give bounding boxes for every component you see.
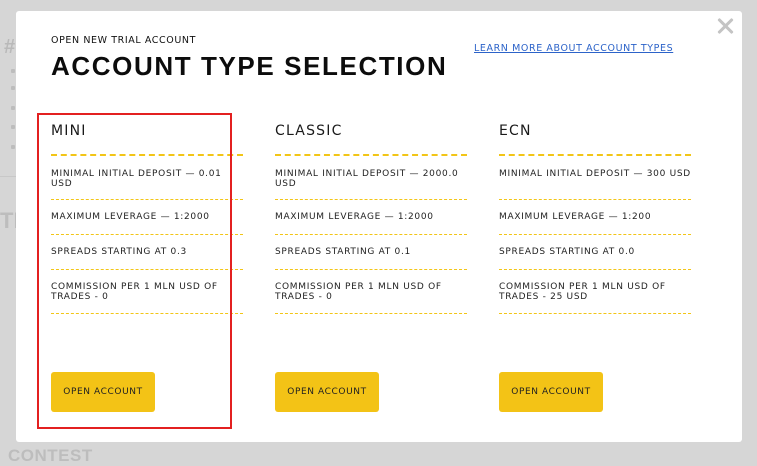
- plan-spreads: SPREADS STARTING AT 0.0: [499, 235, 691, 270]
- close-icon[interactable]: [716, 17, 734, 35]
- open-account-button-classic[interactable]: OPEN ACCOUNT: [275, 372, 379, 412]
- modal-subtitle: OPEN NEW TRIAL ACCOUNT: [51, 35, 197, 46]
- plan-name: CLASSIC: [275, 123, 343, 139]
- open-account-button-ecn[interactable]: OPEN ACCOUNT: [499, 372, 603, 412]
- plan-name: ECN: [499, 123, 532, 139]
- plan-card-mini: MINI MINIMAL INITIAL DEPOSIT — 0.01 USD …: [51, 123, 243, 412]
- plan-card-classic: CLASSIC MINIMAL INITIAL DEPOSIT — 2000.0…: [275, 123, 467, 412]
- background-dot: [11, 145, 15, 149]
- plan-spreads: SPREADS STARTING AT 0.3: [51, 235, 243, 270]
- modal-title: ACCOUNT TYPE SELECTION: [51, 51, 448, 81]
- plan-deposit: MINIMAL INITIAL DEPOSIT — 2000.0 USD: [275, 156, 467, 200]
- open-account-button-mini[interactable]: OPEN ACCOUNT: [51, 372, 155, 412]
- plan-deposit: MINIMAL INITIAL DEPOSIT — 0.01 USD: [51, 156, 243, 200]
- learn-more-link[interactable]: LEARN MORE ABOUT ACCOUNT TYPES: [474, 43, 673, 54]
- plan-name: MINI: [51, 123, 87, 139]
- plan-commission: COMMISSION PER 1 MLN USD OF TRADES - 25 …: [499, 270, 691, 314]
- plan-commission: COMMISSION PER 1 MLN USD OF TRADES - 0: [275, 270, 467, 314]
- plan-card-ecn: ECN MINIMAL INITIAL DEPOSIT — 300 USD MA…: [499, 123, 691, 412]
- background-fragment-hash: #: [4, 36, 16, 58]
- background-dot: [11, 86, 15, 90]
- plan-deposit: MINIMAL INITIAL DEPOSIT — 300 USD: [499, 156, 691, 200]
- plan-spreads: SPREADS STARTING AT 0.1: [275, 235, 467, 270]
- background-dot: [11, 69, 15, 73]
- background-fragment-contest: CONTEST: [8, 446, 93, 465]
- plan-leverage: MAXIMUM LEVERAGE — 1:200: [499, 200, 691, 235]
- plan-leverage: MAXIMUM LEVERAGE — 1:2000: [51, 200, 243, 235]
- background-dot: [11, 106, 15, 110]
- plan-commission: COMMISSION PER 1 MLN USD OF TRADES - 0: [51, 270, 243, 314]
- background-dot: [11, 125, 15, 129]
- account-type-modal: OPEN NEW TRIAL ACCOUNT ACCOUNT TYPE SELE…: [16, 11, 742, 442]
- plan-leverage: MAXIMUM LEVERAGE — 1:2000: [275, 200, 467, 235]
